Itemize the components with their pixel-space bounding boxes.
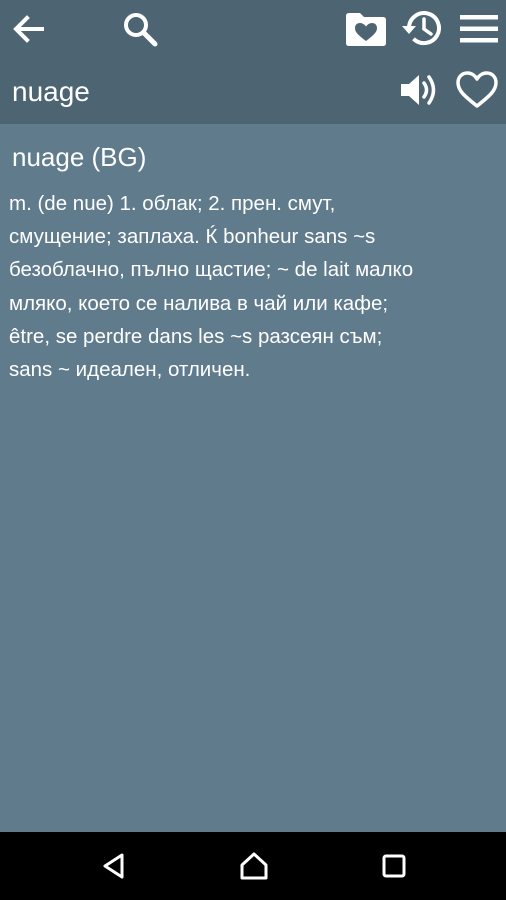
- definition-line: смущение; заплаха. Ќ bonheur sans ~s: [9, 225, 376, 249]
- favorite-button[interactable]: [452, 68, 502, 112]
- search-icon: [124, 13, 158, 47]
- speaker-icon: [401, 75, 436, 105]
- home-icon: [240, 852, 268, 880]
- definition-line: безоблачно, пълно щастие; ~ de lait малк…: [9, 258, 414, 282]
- definition-line: m. (de nue) 1. облак; 2. прен. смут,: [9, 192, 336, 215]
- recents-icon: [382, 854, 406, 878]
- back-button[interactable]: [8, 8, 50, 50]
- heart-icon: [456, 71, 498, 108]
- nav-recents-button[interactable]: [372, 846, 416, 886]
- app-toolbar: nuage: [0, 0, 506, 124]
- word-title: nuage: [12, 76, 90, 107]
- folder-heart-icon: [346, 13, 386, 46]
- nav-back-button[interactable]: [92, 846, 136, 886]
- menu-icon: [460, 15, 498, 43]
- system-navigation-bar: [0, 832, 506, 900]
- history-icon: [402, 11, 441, 46]
- back-arrow-icon: [13, 15, 44, 43]
- favorites-folder-button[interactable]: [342, 8, 390, 50]
- definition-line: мляко, което се налива в чай или кафе;: [9, 291, 389, 315]
- menu-button[interactable]: [456, 8, 502, 50]
- speak-button[interactable]: [396, 68, 444, 112]
- entry-title: nuage (BG): [12, 142, 147, 172]
- search-button[interactable]: [118, 8, 162, 50]
- definition-line: être, se perdre dans les ~s разсеян съм;: [9, 324, 383, 348]
- back-triangle-icon: [103, 853, 124, 879]
- definition-line: sans ~ идеален, отличен.: [9, 358, 251, 382]
- entry-definition: m. (de nue) 1. облак; 2. прен. смут, сму…: [9, 187, 503, 386]
- history-button[interactable]: [398, 6, 446, 50]
- nav-home-button[interactable]: [232, 846, 276, 886]
